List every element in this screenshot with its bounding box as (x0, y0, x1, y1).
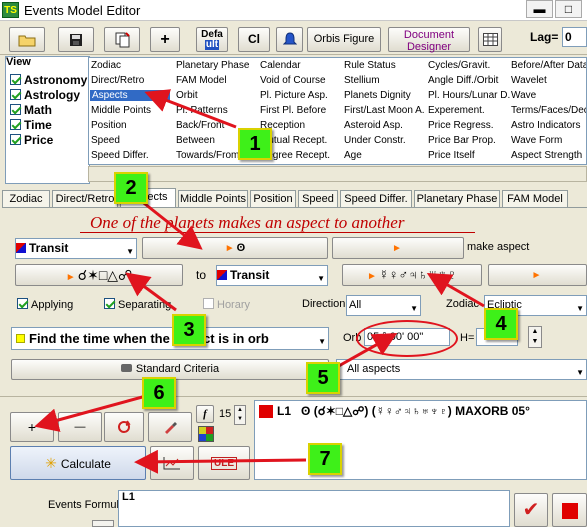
annotation-arrows (34, 89, 485, 474)
arrow-6 (34, 394, 147, 432)
badge-3: 3 (172, 314, 206, 346)
badge-2: 2 (114, 172, 148, 204)
arrow-7 (134, 449, 307, 474)
badge-5: 5 (306, 362, 340, 394)
badge-1: 1 (238, 128, 272, 160)
badge-6: 6 (142, 377, 176, 409)
arrow-2 (139, 198, 203, 250)
arrow-4 (426, 273, 485, 308)
arrow-1 (144, 89, 237, 129)
badge-4: 4 (484, 308, 518, 340)
arrow-3 (125, 272, 177, 312)
badge-7: 7 (308, 443, 342, 475)
